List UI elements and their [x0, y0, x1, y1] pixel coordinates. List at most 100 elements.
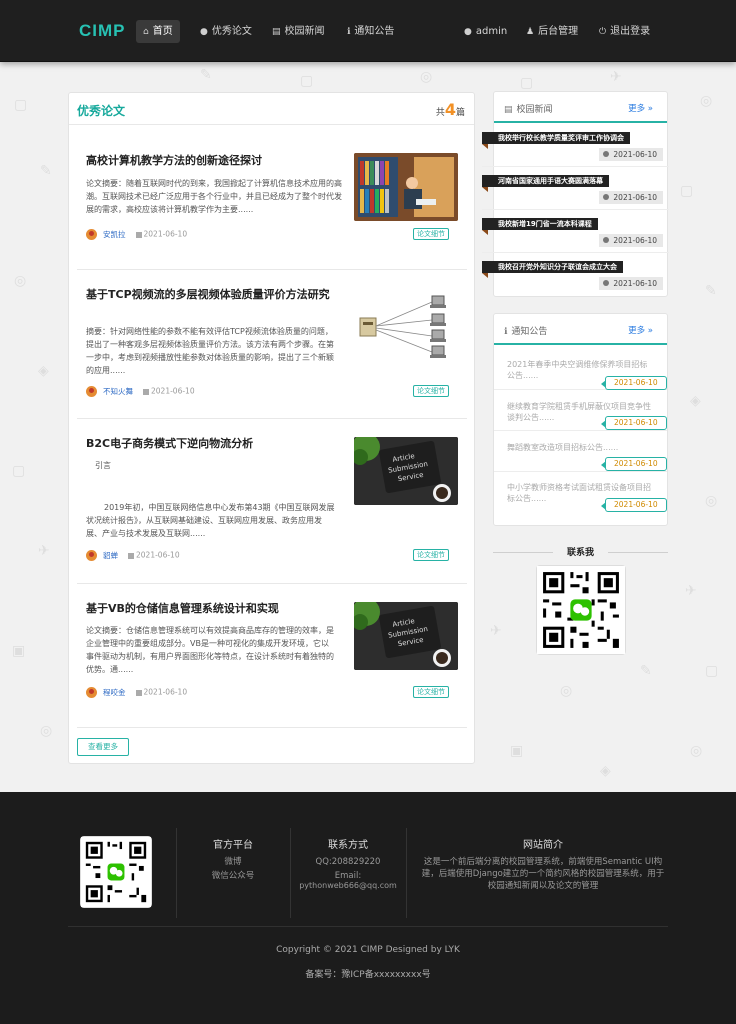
paper-title[interactable]: 基于TCP视频流的多层视频体验质量评价方法研究 — [86, 287, 336, 302]
nav-news[interactable]: ▤ 校园新闻 — [265, 20, 332, 43]
paper-item: B2C电子商务模式下逆向物流分析 引言 2019年初，中国互联网络信息中心发布第… — [77, 419, 467, 584]
calendar-icon — [128, 552, 134, 559]
nav-home[interactable]: ⌂ 首页 — [136, 20, 180, 43]
paper-date: 2021-06-10 — [151, 386, 195, 396]
news-item-date: 2021-06-10 — [599, 234, 663, 247]
paper-item: 基于TCP视频流的多层视频体验质量评价方法研究 摘要：针对网络性能的参数不能有效… — [77, 270, 467, 419]
news-item-date: 2021-06-10 — [599, 148, 663, 161]
author-avatar — [86, 687, 97, 698]
author-avatar — [86, 386, 97, 397]
top-navbar: CIMP ⌂ 首页 ● 优秀论文 ▤ 校园新闻 ℹ 通知公告 ● admin ♟ 后台管理 … — [0, 0, 736, 62]
news-item-title[interactable]: 河南省国家通用手语大赛圆满落幕 — [482, 175, 609, 192]
paper-author[interactable]: 安凯拉 — [103, 230, 126, 239]
author-avatar — [86, 229, 97, 240]
info-icon: ℹ — [504, 327, 508, 337]
count-number: 4 — [444, 100, 456, 119]
footer-contact-title: 联系方式 — [328, 840, 368, 851]
newspaper-icon: ▤ — [504, 105, 513, 115]
news-item[interactable]: 河南省国家通用手语大赛圆满落幕 2021-06-10 — [482, 167, 669, 210]
paper-title[interactable]: B2C电子商务模式下逆向物流分析 — [86, 436, 336, 451]
notice-date: 2021-06-10 — [601, 416, 667, 430]
paper-author[interactable]: 程咬金 — [103, 688, 126, 697]
paper-thumbnail[interactable]: Article Submission Service — [354, 437, 458, 505]
footer-rule — [68, 926, 668, 927]
news-title-label: 校园新闻 — [516, 105, 553, 115]
news-item-title[interactable]: 我校召开党外知识分子联谊会成立大会 — [482, 261, 623, 278]
author-avatar — [86, 550, 97, 561]
news-item-title[interactable]: 我校举行校长教学质量奖评审工作协调会 — [482, 132, 630, 149]
footer-copyright: Copyright © 2021 CIMP Designed by LYK — [276, 945, 460, 955]
paper-title[interactable]: 高校计算机教学方法的创新途径探讨 — [86, 153, 346, 168]
news-item[interactable]: 我校召开党外知识分子联谊会成立大会 2021-06-10 — [482, 253, 669, 296]
papers-title: 优秀论文 — [77, 104, 126, 118]
notice-item[interactable]: 中小学教师资格考试面试租赁设备项目招标公告...... 2021-06-10 — [494, 472, 667, 513]
nav-home-label: 首页 — [152, 26, 173, 37]
footer-wechat-link[interactable]: 微信公众号 — [183, 870, 283, 882]
news-item[interactable]: 我校新增19门省一流本科课程 2021-06-10 — [482, 210, 669, 253]
lightbulb-icon: ● — [200, 27, 208, 37]
news-item-date: 2021-06-10 — [599, 277, 663, 290]
view-more-button[interactable]: 查看更多 — [77, 738, 129, 756]
paper-abstract: 摘要：针对网络性能的参数不能有效评估TCP视频流体验质量的问题，提出了一种客观多… — [86, 327, 334, 375]
paper-thumbnail[interactable]: Article Submission Service — [354, 602, 458, 670]
logout-link[interactable]: ⏻ 退出登录 — [592, 20, 657, 43]
footer-about-title: 网站简介 — [523, 840, 563, 851]
power-icon: ⏻ — [599, 27, 607, 37]
wechat-qr-code — [536, 565, 626, 655]
news-title: ▤ 校园新闻 — [504, 102, 553, 115]
count-prefix: 共 — [435, 108, 445, 118]
footer-about-text: 这是一个前后端分离的校园管理系统，前端使用Semantic UI构建，后端使用D… — [421, 857, 665, 891]
news-item-date: 2021-06-10 — [599, 191, 663, 204]
notice-title[interactable]: 舞蹈教室改造项目招标公告...... — [507, 442, 655, 453]
paper-detail-tag[interactable]: 论文细节 — [413, 686, 449, 698]
footer-divider — [406, 828, 407, 918]
user-icon: ● — [464, 27, 472, 37]
nav-papers[interactable]: ● 优秀论文 — [193, 20, 259, 43]
papers-card: 优秀论文 共4篇 高校计算机教学方法的创新途径探讨 论文摘要：随着互联网时代的到… — [68, 92, 475, 764]
site-footer: 官方平台 微博 微信公众号 联系方式 QQ:208829220 Email: p… — [0, 792, 736, 1024]
paper-meta: 程咬金 2021-06-10 — [86, 687, 187, 700]
papers-header: 优秀论文 共4篇 — [69, 93, 474, 125]
footer-email[interactable]: pythonweb666@qq.com — [292, 880, 404, 892]
paper-thumbnail[interactable] — [354, 292, 458, 360]
paper-detail-tag[interactable]: 论文细节 — [413, 549, 449, 561]
admin-link[interactable]: ♟ 后台管理 — [519, 20, 585, 43]
paper-abstract: 论文摘要：仓储信息管理系统可以有效提高商品库存的管理的效率，是企业管理中的重要组… — [86, 626, 334, 674]
paper-thumbnail[interactable] — [354, 153, 458, 221]
footer-icp[interactable]: 备案号：豫ICP备xxxxxxxxx号 — [0, 967, 736, 980]
nav-news-label: 校园新闻 — [284, 26, 325, 37]
users-icon: ♟ — [526, 27, 535, 37]
footer-weibo-link[interactable]: 微博 — [183, 856, 283, 868]
footer-divider — [290, 828, 291, 918]
count-suffix: 篇 — [455, 108, 465, 118]
calendar-icon — [135, 689, 142, 696]
paper-title[interactable]: 基于VB的仓储信息管理系统设计和实现 — [86, 601, 336, 616]
notice-item[interactable]: 舞蹈教室改造项目招标公告...... 2021-06-10 — [494, 431, 667, 472]
paper-date: 2021-06-10 — [143, 687, 188, 697]
paper-item: 基于VB的仓储信息管理系统设计和实现 论文摘要：仓储信息管理系统可以有效提高商品… — [77, 584, 467, 728]
paper-abstract: 论文摘要：随着互联网时代的到来，我国掀起了计算机信息技术应用的高潮。互联网技术已… — [86, 179, 342, 214]
news-item[interactable]: 我校举行校长教学质量奖评审工作协调会 2021-06-10 — [482, 124, 669, 167]
paper-meta: 安凯拉 2021-06-10 — [86, 229, 187, 242]
user-menu[interactable]: ● admin — [457, 20, 514, 43]
paper-author[interactable]: 貂蝉 — [103, 551, 118, 560]
news-item-title[interactable]: 我校新增19门省一流本科课程 — [482, 218, 598, 235]
notices-title: ℹ 通知公告 — [504, 324, 547, 337]
papers-count: 共4篇 — [436, 100, 465, 119]
notice-item[interactable]: 2021年春季中央空调维修保养项目招标公告...... 2021-06-10 — [494, 347, 667, 390]
nav-notices-label: 通知公告 — [354, 26, 395, 37]
site-logo[interactable]: CIMP — [79, 21, 126, 41]
nav-notices[interactable]: ℹ 通知公告 — [340, 20, 401, 43]
paper-item: 高校计算机教学方法的创新途径探讨 论文摘要：随着互联网时代的到来，我国掀起了计算… — [77, 139, 467, 270]
footer-platform-title: 官方平台 — [213, 840, 253, 851]
paper-detail-tag[interactable]: 论文细节 — [413, 385, 449, 397]
paper-author[interactable]: 不知火舞 — [103, 387, 133, 396]
paper-detail-tag[interactable]: 论文细节 — [413, 228, 449, 240]
logout-label: 退出登录 — [610, 26, 651, 37]
contact-divider-right — [608, 552, 668, 553]
info-icon: ℹ — [347, 27, 351, 37]
notice-item[interactable]: 继续教育学院租赁手机屏蔽仪项目竞争性谈判公告...... 2021-06-10 — [494, 390, 667, 431]
footer-qr-code — [80, 836, 152, 908]
news-more-link[interactable]: 更多 » — [628, 102, 653, 114]
notices-more-link[interactable]: 更多 » — [628, 324, 653, 336]
